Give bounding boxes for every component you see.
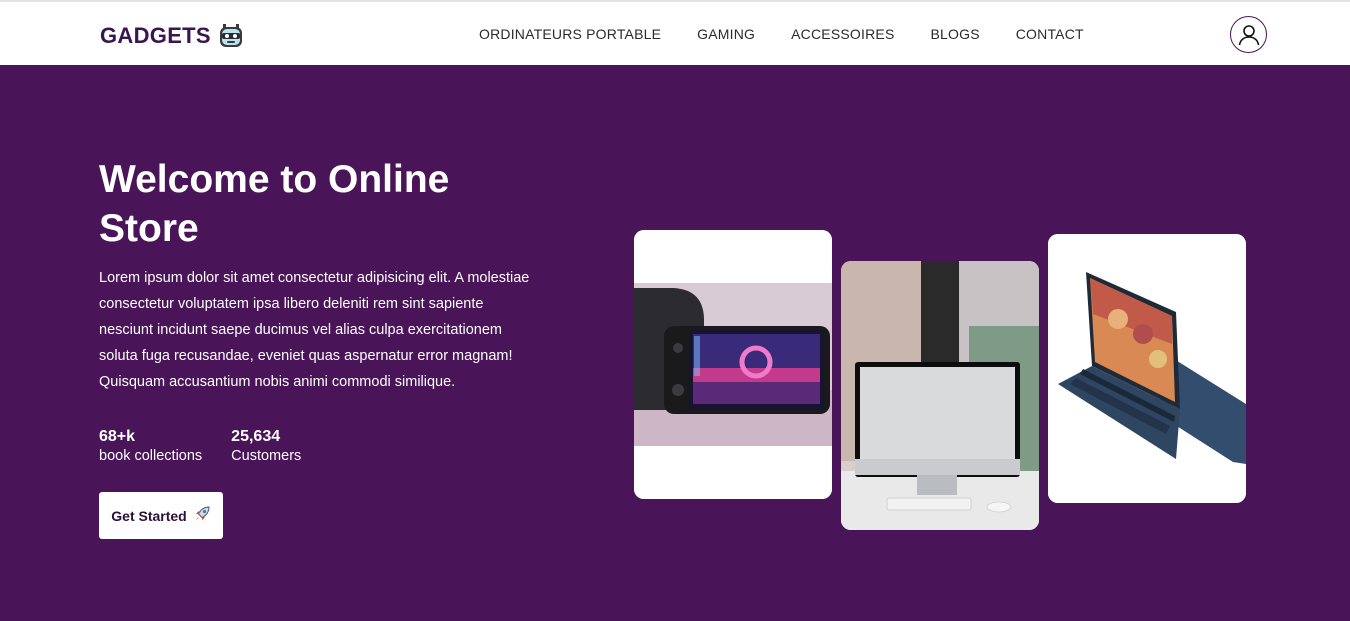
stat-item: 25,634 Customers xyxy=(231,427,301,465)
nav-link-contact[interactable]: CONTACT xyxy=(1016,26,1084,42)
stat-label: book collections xyxy=(99,448,203,464)
product-card-handheld[interactable] xyxy=(634,230,832,499)
handheld-console-image xyxy=(634,230,832,499)
site-header: GADGETS ORDINATEURS PORTABLE GAMING ACCE… xyxy=(0,2,1350,65)
brand-name: GADGETS xyxy=(100,23,211,48)
get-started-label: Get Started xyxy=(111,507,187,524)
nav-link-gaming[interactable]: GAMING xyxy=(697,26,755,42)
hero-title: Welcome to Online Store xyxy=(99,158,450,250)
user-avatar-icon xyxy=(1238,24,1259,45)
nav-link-accessoires[interactable]: ACCESSOIRES xyxy=(791,26,894,42)
stat-value: 25,634 xyxy=(231,428,281,445)
account-button[interactable] xyxy=(1230,16,1267,53)
main-nav: ORDINATEURS PORTABLE GAMING ACCESSOIRES … xyxy=(479,26,1084,42)
nav-link-ordinateurs-portable[interactable]: ORDINATEURS PORTABLE xyxy=(479,26,661,42)
stat-value: 68+k xyxy=(99,428,136,445)
stat-label: Customers xyxy=(231,448,302,464)
robot-face-icon xyxy=(217,22,245,50)
hero-section: Welcome to Online Store Lorem ipsum dolo… xyxy=(0,65,1350,621)
stats-row: 68+k book collections 25,634 Customers xyxy=(99,427,301,465)
rocket-icon xyxy=(193,505,211,526)
imac-desktop-image xyxy=(841,261,1039,530)
laptop-image xyxy=(1048,234,1246,503)
hero-description: Lorem ipsum dolor sit amet consectetur a… xyxy=(99,270,530,390)
stat-item: 68+k book collections xyxy=(99,427,202,465)
brand-logo[interactable]: GADGETS xyxy=(100,22,245,50)
nav-link-blogs[interactable]: BLOGS xyxy=(930,26,979,42)
get-started-button[interactable]: Get Started xyxy=(99,492,223,539)
product-card-imac[interactable] xyxy=(841,261,1039,530)
product-card-laptop[interactable] xyxy=(1048,234,1246,503)
